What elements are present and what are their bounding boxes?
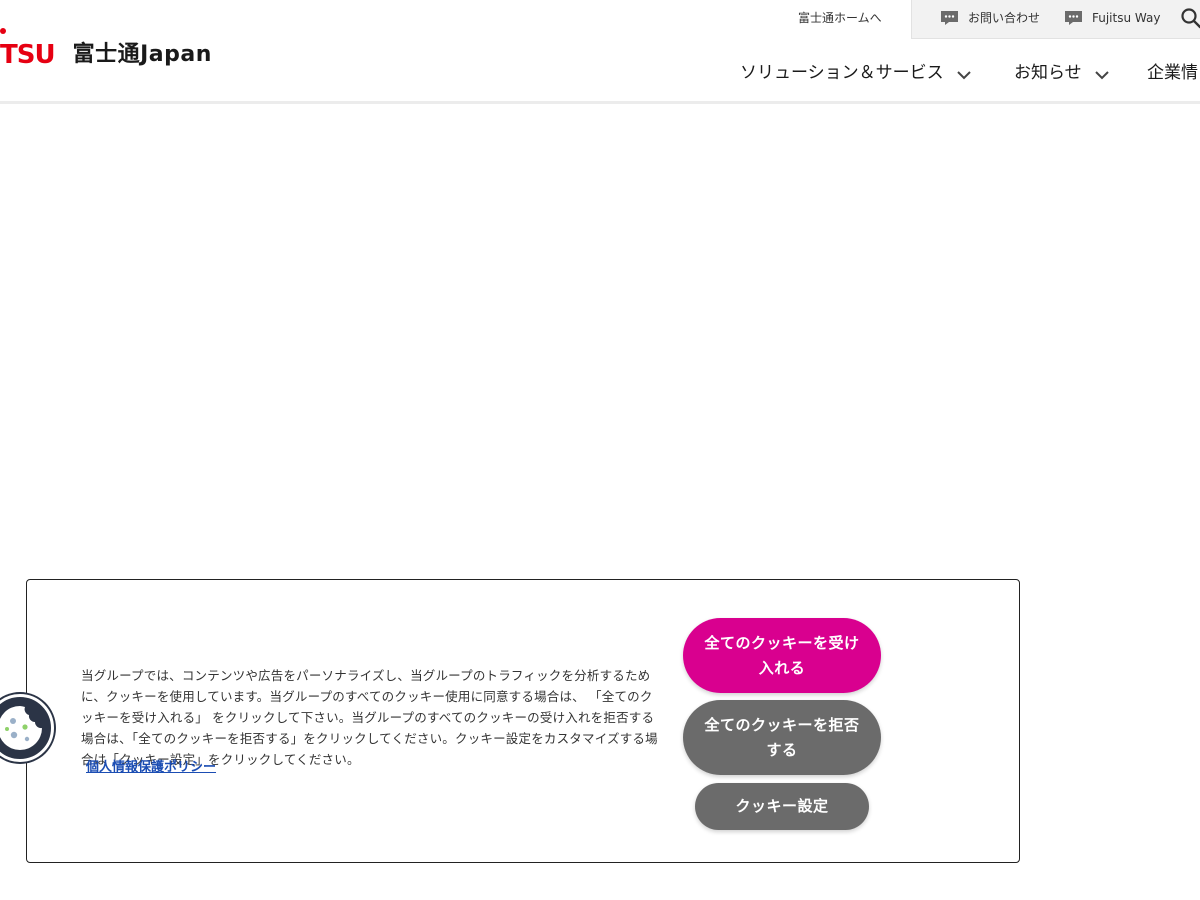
accept-all-cookies-button[interactable]: 全てのクッキーを受け入れる (683, 618, 881, 693)
reject-all-cookies-button[interactable]: 全てのクッキーを拒否する (683, 700, 881, 775)
logo-name: 富士通Japan (72, 42, 212, 67)
cookie-preferences-fab[interactable] (0, 694, 54, 762)
cookie-icon (0, 706, 42, 750)
logo-dot (0, 28, 6, 34)
fujitsu-way-label: Fujitsu Way (1092, 11, 1161, 25)
logo[interactable]: TSU 富士通Japan (0, 28, 212, 70)
nav-news[interactable]: お知らせ (1014, 60, 1110, 86)
contact-link[interactable]: お問い合わせ (940, 9, 1040, 27)
utility-panel: お問い合わせ Fujitsu Way (911, 0, 1200, 39)
contact-label: お問い合わせ (968, 11, 1041, 25)
nav-solutions[interactable]: ソリューション＆サービス (740, 60, 972, 86)
nav-news-label: お知らせ (1014, 63, 1082, 83)
nav-corporate[interactable]: 企業情 (1147, 60, 1198, 86)
logo-mark: TSU (0, 40, 56, 70)
cookie-banner: 当グループでは、コンテンツや広告をパーソナライズし、当グループのトラフィックを分… (26, 579, 1020, 863)
cookie-settings-button[interactable]: クッキー設定 (695, 783, 869, 830)
nav-corporate-label: 企業情 (1147, 63, 1198, 83)
fujitsu-way-link[interactable]: Fujitsu Way (1064, 9, 1160, 27)
nav-solutions-label: ソリューション＆サービス (740, 63, 944, 83)
chat-bubble-icon (1065, 11, 1082, 25)
home-link[interactable]: 富士通ホームへ (798, 9, 882, 27)
cookie-description: 当グループでは、コンテンツや広告をパーソナライズし、当グループのトラフィックを分… (81, 667, 658, 768)
site-header: TSU 富士通Japan 富士通ホームへ お問い合わせ Fujitsu Way (0, 0, 1200, 104)
search-icon[interactable] (1180, 7, 1200, 29)
privacy-policy-link[interactable]: 個人情報保護ポリシー (86, 758, 216, 778)
chat-bubble-icon (941, 11, 958, 25)
chevron-down-icon (1094, 71, 1109, 80)
chevron-down-icon (956, 71, 971, 80)
